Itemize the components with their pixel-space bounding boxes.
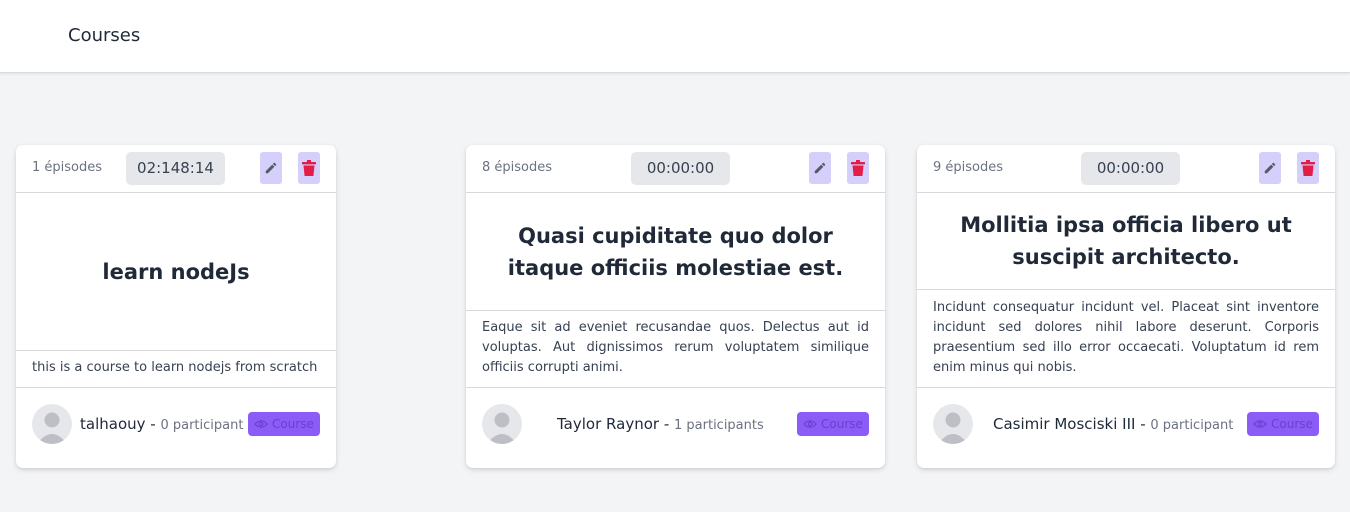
course-description: Eaque sit ad eveniet recusandae quos. De… [482,320,869,375]
view-course-label: Course [821,417,863,431]
user-avatar-icon [933,404,973,444]
trash-icon [1301,160,1315,176]
author-name: Taylor Raynor [557,415,660,433]
separator: - [659,415,674,433]
card-header: 9 épisodes 00:00:00 [917,145,1335,193]
page-title: Courses [68,25,141,46]
pencil-icon [814,162,826,174]
card-title-box: Quasi cupiditate quo dolor itaque offici… [466,193,885,311]
card-title-box: Mollitia ipsa officia libero ut suscipit… [917,193,1335,290]
pencil-icon [265,162,277,174]
view-course-label: Course [272,417,314,431]
top-bar: Courses [0,0,1350,73]
card-title-box: learn nodeJs [16,193,336,351]
course-description: Incidunt consequatur incidunt vel. Place… [933,300,1319,375]
participants-count: 0 participant [160,418,244,433]
course-title: learn nodeJs [102,259,250,284]
delete-button[interactable] [298,152,320,184]
delete-button[interactable] [847,152,869,184]
card-header: 8 épisodes 00:00:00 [466,145,885,193]
card-footer: Taylor Raynor - 1 participants Course [466,387,885,468]
participants-count: 0 participant [1150,418,1234,433]
duration-badge: 02:148:14 [126,152,225,185]
course-card: 9 épisodes 00:00:00 Mollitia ipsa offici… [917,145,1335,468]
user-avatar-icon [482,404,522,444]
trash-icon [302,160,316,176]
eye-icon [1253,420,1267,428]
view-course-button[interactable]: Course [248,412,320,436]
view-course-button[interactable]: Course [1247,412,1319,436]
edit-button[interactable] [809,152,831,184]
author-name: talhaouy [80,415,146,433]
episodes-count: 9 épisodes [933,160,1004,175]
separator: - [1135,415,1151,433]
duration-badge: 00:00:00 [1081,152,1180,185]
course-card: 1 épisodes 02:148:14 learn nodeJs this i… [16,145,336,468]
user-avatar-icon [32,404,72,444]
edit-button[interactable] [260,152,282,184]
view-course-button[interactable]: Course [797,412,869,436]
view-course-label: Course [1271,417,1313,431]
course-card: 8 épisodes 00:00:00 Quasi cupiditate quo… [466,145,885,468]
card-footer: talhaouy - 0 participant Course [16,387,336,468]
card-header: 1 épisodes 02:148:14 [16,145,336,193]
episodes-count: 8 épisodes [482,160,553,175]
card-footer: Casimir Mosciski III - 0 participant Cou… [917,387,1335,468]
author-info: Taylor Raynor - 1 participants [557,415,764,433]
edit-button[interactable] [1259,152,1281,184]
duration-badge: 00:00:00 [631,152,730,185]
eye-icon [803,420,817,428]
course-title: Mollitia ipsa officia libero ut suscipit… [960,213,1292,269]
delete-button[interactable] [1297,152,1319,184]
eye-icon [254,420,268,428]
separator: - [145,415,161,433]
episodes-count: 1 épisodes [32,160,103,175]
author-info: Casimir Mosciski III - 0 participant [993,415,1233,433]
participants-count: 1 participants [674,418,764,433]
course-title: Quasi cupiditate quo dolor itaque offici… [507,223,844,280]
course-description: this is a course to learn nodejs from sc… [32,360,318,375]
author-info: talhaouy - 0 participant [80,415,243,433]
trash-icon [851,160,865,176]
pencil-icon [1264,162,1276,174]
author-name: Casimir Mosciski III [993,415,1136,433]
